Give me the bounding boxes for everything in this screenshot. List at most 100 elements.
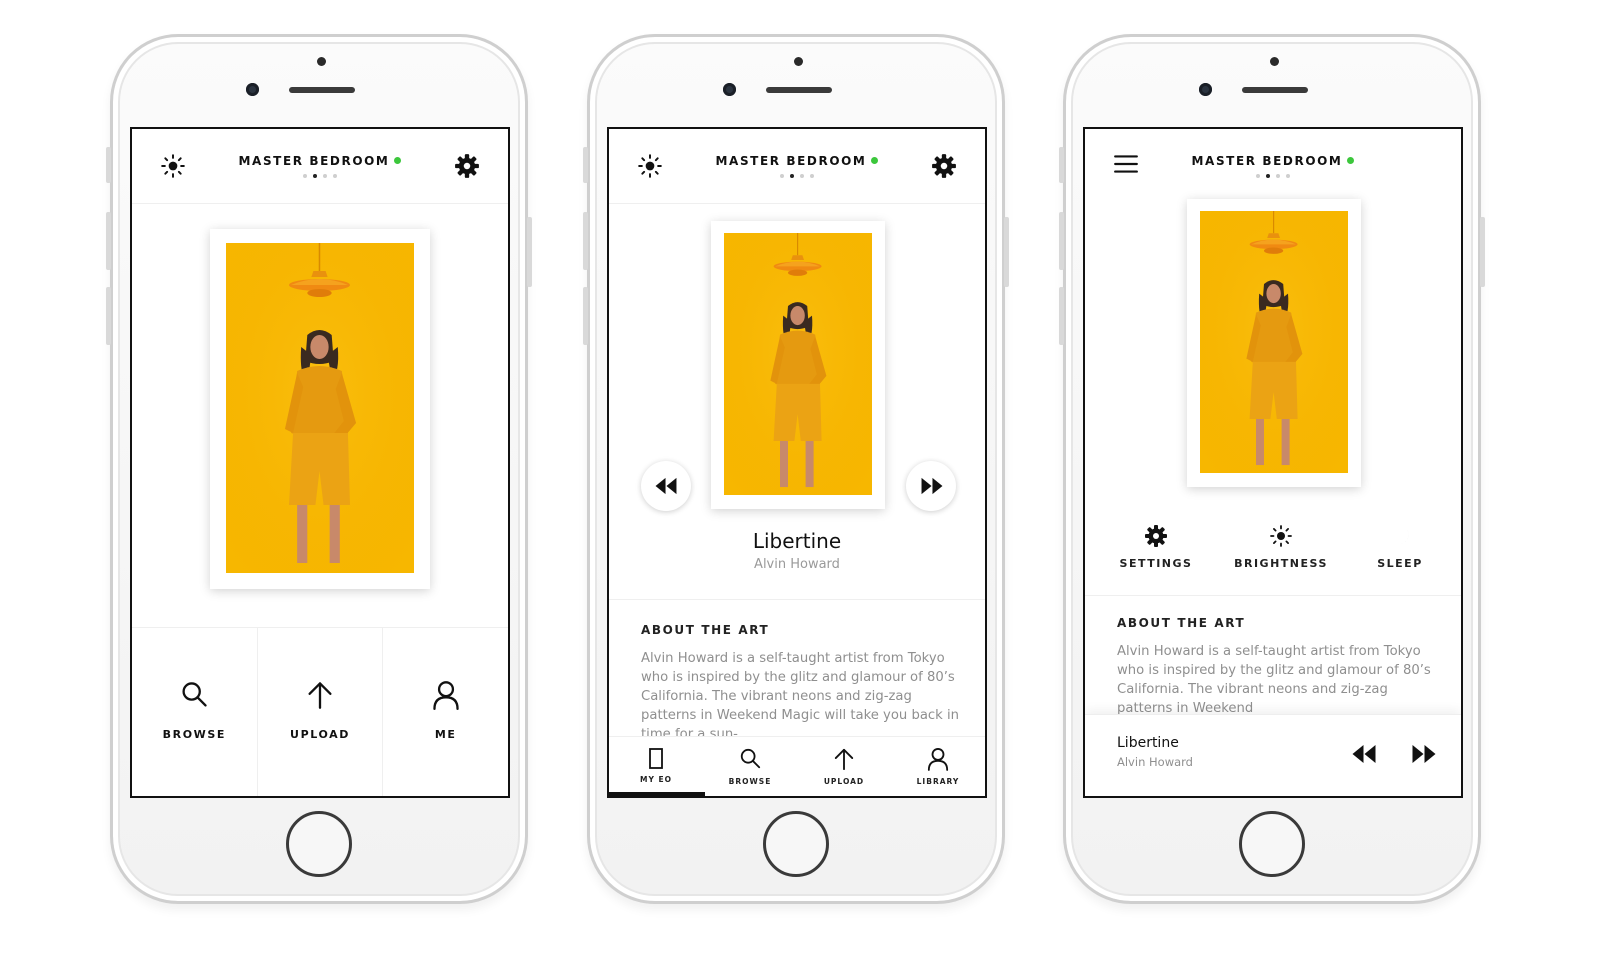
power-button [1004, 217, 1009, 287]
moon-icon [1392, 527, 1409, 545]
quick-action-label: SLEEP [1377, 557, 1423, 570]
earpiece-speaker [289, 87, 355, 93]
artist-name[interactable]: Alvin Howard [609, 557, 985, 572]
nav-browse-button[interactable]: BROWSE [132, 628, 258, 796]
volume-up-button [583, 212, 588, 270]
status-dot [394, 157, 402, 164]
front-camera [246, 83, 259, 96]
mute-switch [106, 147, 111, 183]
active-tab-indicator [609, 792, 705, 796]
gear-icon [1145, 525, 1167, 547]
mini-player-title: Libertine [1117, 735, 1179, 751]
tab-label: MY EO [639, 775, 672, 784]
about-text: Alvin Howard is a self-taught artist fro… [641, 651, 960, 737]
volume-down-button [583, 287, 588, 345]
nav-upload-button[interactable]: UPLOAD [258, 628, 384, 796]
artwork-frame[interactable] [1187, 199, 1361, 487]
rewind-icon[interactable] [1351, 743, 1377, 765]
room-title[interactable]: MASTER BEDROOM [132, 154, 508, 168]
app-header: MASTER BEDROOM [132, 129, 508, 204]
sleep-button[interactable]: SLEEP [1345, 524, 1455, 570]
rewind-icon [655, 477, 677, 495]
about-heading: ABOUT THE ART [641, 623, 770, 637]
volume-down-button [106, 287, 111, 345]
tab-upload[interactable]: UPLOAD [797, 737, 891, 796]
status-dot [1347, 157, 1355, 164]
next-button[interactable] [906, 461, 956, 511]
front-camera [723, 83, 736, 96]
artwork-image [1200, 211, 1348, 473]
gear-icon[interactable] [931, 153, 957, 179]
artwork-frame[interactable] [711, 221, 885, 509]
frame-icon [649, 748, 663, 769]
room-title[interactable]: MASTER BEDROOM [1085, 154, 1461, 168]
stage: MASTER BEDROOM BROWSE UPLOAD ME MASTER B… [0, 0, 1600, 974]
power-button [1480, 217, 1485, 287]
nav-me-button[interactable]: ME [383, 628, 508, 796]
status-dot [871, 157, 879, 164]
section-divider [1085, 595, 1461, 596]
page-indicator [1085, 174, 1461, 178]
mini-player[interactable]: Libertine Alvin Howard [1085, 714, 1461, 796]
page-indicator [132, 174, 508, 178]
artwork-image [226, 243, 414, 573]
main-nav: BROWSE UPLOAD ME [132, 627, 508, 796]
app-screen: MASTER BEDROOM Libertine Alvin Howard AB… [607, 127, 987, 798]
section-divider [609, 599, 985, 600]
tab-bar: MY EO BROWSE UPLOAD LIBRARY [609, 736, 985, 796]
mini-player-artist: Alvin Howard [1117, 755, 1193, 769]
earpiece-speaker [766, 87, 832, 93]
proximity-sensor [1270, 57, 1279, 66]
page-indicator [609, 174, 985, 178]
brightness-icon [1270, 525, 1292, 547]
upload-arrow-icon [308, 682, 332, 709]
volume-down-button [1059, 287, 1064, 345]
artwork-title: Libertine [752, 529, 842, 553]
volume-up-button [1059, 212, 1064, 270]
settings-button[interactable]: SETTINGS [1101, 524, 1211, 570]
person-icon [927, 748, 949, 771]
app-header: MASTER BEDROOM [1085, 129, 1461, 204]
phone-frame-controls-screen: MASTER BEDROOM SETTINGS BRIGHTNESS SLEEP… [1059, 34, 1485, 904]
front-camera [1199, 83, 1212, 96]
tab-label: UPLOAD [823, 777, 865, 786]
tab-library[interactable]: LIBRARY [891, 737, 985, 796]
nav-label: UPLOAD [290, 728, 350, 741]
person-icon [432, 681, 459, 710]
brightness-button[interactable]: BRIGHTNESS [1219, 524, 1343, 570]
tab-label: BROWSE [728, 777, 772, 786]
previous-button[interactable] [641, 461, 691, 511]
upload-arrow-icon [834, 748, 854, 770]
about-heading: ABOUT THE ART [1117, 616, 1246, 630]
tab-label: LIBRARY [916, 777, 960, 786]
home-button [286, 811, 352, 877]
tab-browse[interactable]: BROWSE [703, 737, 797, 796]
proximity-sensor [794, 57, 803, 66]
mute-switch [1059, 147, 1064, 183]
fast-forward-icon[interactable] [1411, 743, 1437, 765]
gear-icon[interactable] [454, 153, 480, 179]
room-name: MASTER BEDROOM [1191, 154, 1343, 168]
nav-label: BROWSE [162, 728, 227, 741]
fast-forward-icon [921, 477, 943, 495]
room-name: MASTER BEDROOM [238, 154, 390, 168]
search-icon [740, 748, 761, 769]
quick-actions: SETTINGS BRIGHTNESS SLEEP [1085, 524, 1461, 574]
quick-action-label: SETTINGS [1119, 557, 1193, 570]
quick-action-label: BRIGHTNESS [1234, 557, 1328, 570]
phone-now-playing-screen: MASTER BEDROOM Libertine Alvin Howard AB… [583, 34, 1009, 904]
mute-switch [583, 147, 588, 183]
room-title[interactable]: MASTER BEDROOM [609, 154, 985, 168]
app-header: MASTER BEDROOM [609, 129, 985, 204]
tab-my-eo[interactable]: MY EO [609, 737, 705, 796]
app-screen: MASTER BEDROOM SETTINGS BRIGHTNESS SLEEP… [1083, 127, 1463, 798]
earpiece-speaker [1242, 87, 1308, 93]
home-button [1239, 811, 1305, 877]
phone-home-screen: MASTER BEDROOM BROWSE UPLOAD ME [106, 34, 532, 904]
proximity-sensor [317, 57, 326, 66]
nav-label: ME [434, 728, 457, 741]
artwork-frame[interactable] [210, 229, 430, 589]
room-name: MASTER BEDROOM [715, 154, 867, 168]
power-button [527, 217, 532, 287]
search-icon [182, 682, 208, 707]
